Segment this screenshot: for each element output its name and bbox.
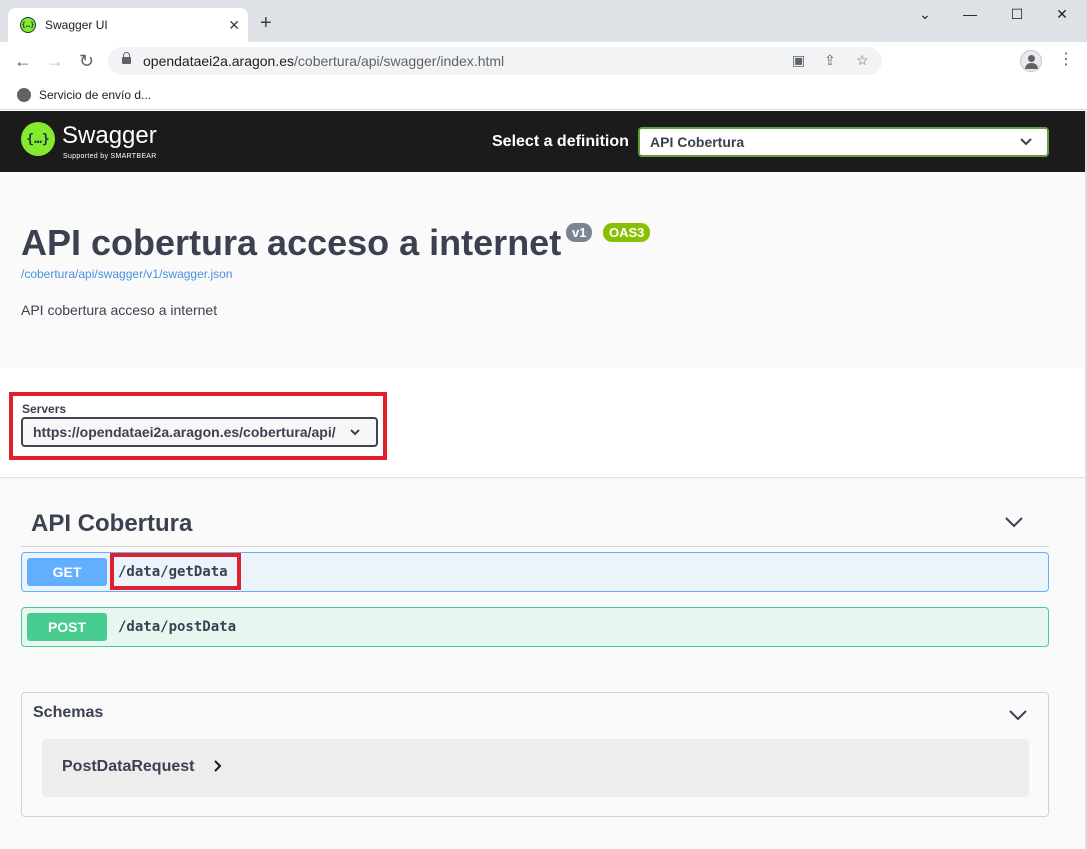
globe-icon: [17, 87, 31, 102]
operation-path: /data/postData: [118, 619, 237, 635]
definition-select-label: Select a definition: [492, 133, 629, 150]
profile-avatar-icon[interactable]: [1020, 50, 1042, 72]
swagger-topbar: {…} Swagger Supported by SMARTBEAR Selec…: [0, 111, 1087, 172]
tab-close-icon[interactable]: ✕: [228, 17, 240, 33]
definition-select-value: API Cobertura: [650, 134, 745, 150]
swagger-favicon-icon: {…}: [20, 17, 36, 33]
servers-label: Servers: [22, 402, 67, 416]
chevron-down-icon: [1020, 138, 1032, 146]
api-title: API cobertura acceso a internet: [21, 222, 562, 263]
translate-icon[interactable]: ▣: [792, 52, 805, 69]
window-minimize-button[interactable]: —: [955, 6, 985, 22]
tab-title: Swagger UI: [45, 18, 108, 32]
bookmark-star-icon[interactable]: ☆: [856, 52, 869, 69]
spec-url-link[interactable]: /cobertura/api/swagger/v1/swagger.json: [21, 267, 232, 281]
model-postdatarequest[interactable]: PostDataRequest: [42, 739, 1029, 797]
server-select-value: https://opendataei2a.aragon.es/cobertura…: [33, 424, 336, 440]
address-bar[interactable]: opendataei2a.aragon.es/cobertura/api/swa…: [108, 47, 882, 75]
server-select[interactable]: https://opendataei2a.aragon.es/cobertura…: [21, 417, 378, 447]
logo-subtitle: Supported by SMARTBEAR: [63, 153, 157, 160]
servers-section: Servers https://opendataei2a.aragon.es/c…: [0, 368, 1087, 478]
operations-section: API Cobertura GET /data/getData POST /da…: [0, 478, 1087, 849]
swagger-logo-icon[interactable]: {…}: [21, 122, 55, 156]
definition-select[interactable]: API Cobertura: [638, 127, 1049, 157]
bookmark-item[interactable]: Servicio de envío d...: [39, 88, 151, 102]
window-maximize-button[interactable]: ☐: [1002, 6, 1032, 23]
reload-icon[interactable]: ↻: [79, 51, 94, 71]
model-name: PostDataRequest: [62, 758, 195, 775]
url-text[interactable]: opendataei2a.aragon.es/cobertura/api/swa…: [143, 53, 504, 69]
bookmarks-bar: Servicio de envío d...: [0, 80, 1087, 110]
tab-search-icon[interactable]: ⌄: [910, 6, 940, 23]
browser-toolbar: ← → ↻ opendataei2a.aragon.es/cobertura/a…: [0, 42, 1087, 80]
api-description: API cobertura acceso a internet: [21, 302, 218, 318]
share-icon[interactable]: ⇪: [824, 52, 836, 69]
forward-arrow-icon[interactable]: →: [46, 51, 64, 71]
oas-badge: OAS3: [603, 223, 651, 242]
chevron-down-icon[interactable]: [1004, 512, 1024, 532]
path-highlight-box: [110, 553, 241, 590]
logo-text[interactable]: Swagger: [62, 123, 157, 149]
schemas-title[interactable]: Schemas: [33, 704, 103, 722]
browser-tab[interactable]: {…} Swagger UI ✕: [8, 8, 248, 42]
api-info-section: API cobertura acceso a internet v1 OAS3 …: [0, 172, 1087, 368]
chevron-down-icon[interactable]: [1008, 705, 1028, 725]
browser-tab-strip: {…} Swagger UI ✕ + ⌄ — ☐ ✕: [0, 0, 1087, 42]
schemas-section: Schemas PostDataRequest: [21, 692, 1049, 817]
lock-icon[interactable]: [122, 51, 131, 67]
browser-menu-icon[interactable]: ⋮: [1058, 50, 1074, 70]
chevron-right-icon[interactable]: [213, 759, 223, 773]
back-arrow-icon[interactable]: ←: [14, 51, 32, 71]
chevron-down-icon: [350, 429, 360, 436]
method-badge-get: GET: [27, 558, 107, 586]
servers-highlight-box: Servers https://opendataei2a.aragon.es/c…: [9, 392, 387, 460]
tag-title: API Cobertura: [31, 510, 193, 537]
tag-header-api-cobertura[interactable]: API Cobertura: [21, 500, 1049, 547]
new-tab-button[interactable]: +: [260, 13, 272, 33]
window-close-button[interactable]: ✕: [1047, 6, 1077, 23]
operation-get-getdata[interactable]: GET /data/getData: [21, 552, 1049, 592]
version-badge: v1: [566, 223, 593, 242]
operation-post-postdata[interactable]: POST /data/postData: [21, 607, 1049, 647]
method-badge-post: POST: [27, 613, 107, 641]
